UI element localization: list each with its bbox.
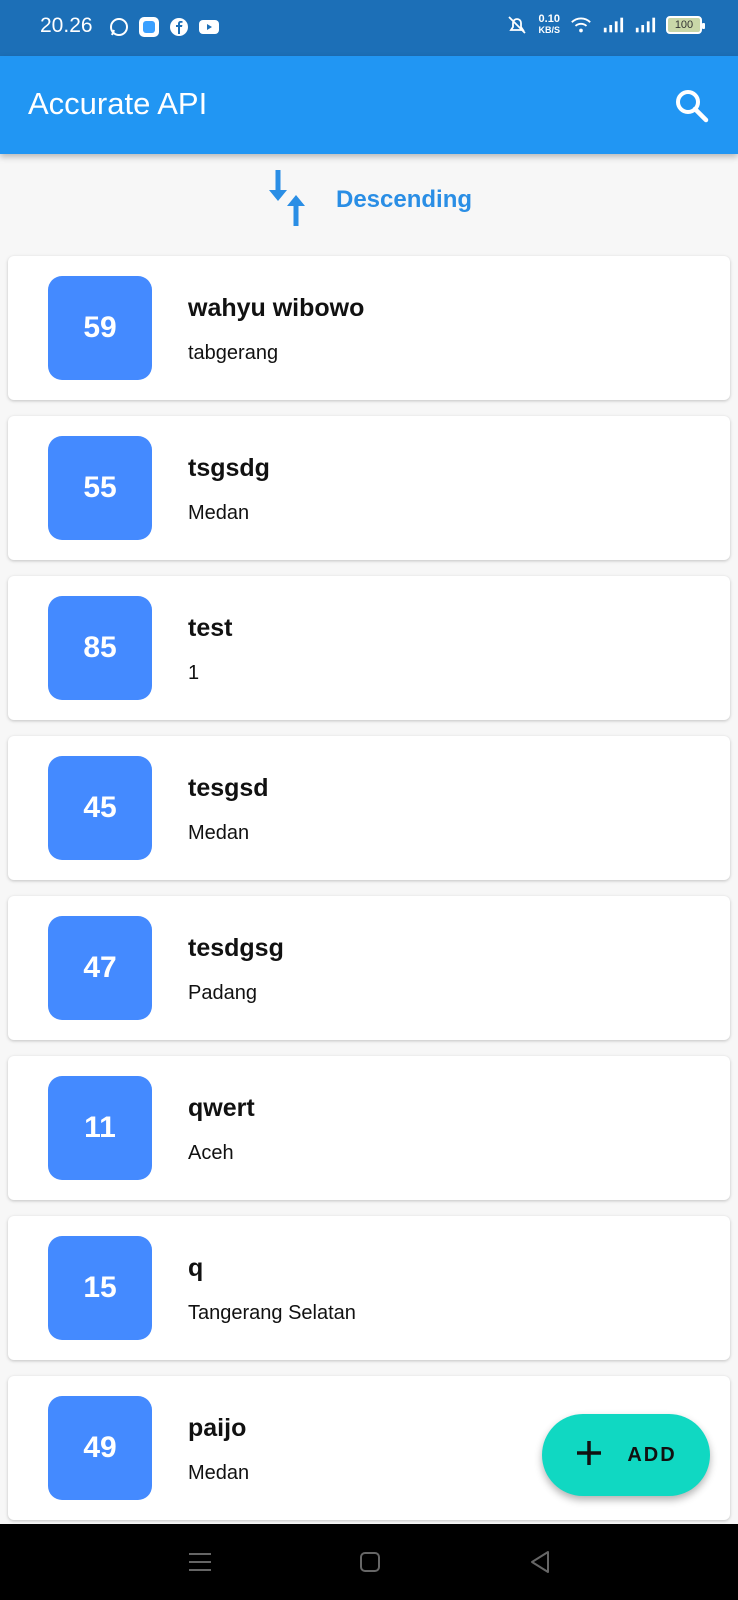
item-name: tesgsd [188, 774, 269, 802]
item-city: 1 [188, 662, 200, 684]
item-list: 59 wahyu wibowo tabgerang 55 tsgsdg Meda… [8, 256, 730, 1536]
item-number-badge: 49 [48, 1396, 152, 1500]
item-name: test [188, 614, 233, 642]
item-number-badge: 85 [48, 596, 152, 700]
item-city: tabgerang [188, 342, 279, 364]
signal-icon [602, 14, 624, 36]
list-item[interactable]: 55 tsgsdg Medan [8, 416, 730, 560]
net-speed-value: 0.10 [538, 13, 560, 25]
sort-toggle[interactable]: Descending [0, 166, 738, 234]
battery-icon: 100 [666, 16, 705, 34]
list-item[interactable]: 11 qwert Aceh [8, 1056, 730, 1200]
system-nav-bar [0, 1524, 738, 1600]
item-city: Aceh [188, 1142, 234, 1164]
status-time: 20.26 [40, 14, 93, 37]
whatsapp-icon [108, 16, 130, 38]
add-button[interactable]: ADD [542, 1414, 710, 1496]
item-number-badge: 55 [48, 436, 152, 540]
facebook-icon [168, 16, 190, 38]
add-button-label: ADD [627, 1443, 677, 1466]
system-status-icons: 0.10 KB/S 100 [506, 14, 705, 36]
item-name: q [188, 1254, 204, 1282]
app-bar: Accurate API [0, 56, 738, 154]
item-number-badge: 11 [48, 1076, 152, 1180]
net-speed-unit: KB/S [538, 25, 560, 35]
list-item[interactable]: 59 wahyu wibowo tabgerang [8, 256, 730, 400]
item-number-badge: 47 [48, 916, 152, 1020]
menu-icon[interactable] [186, 1548, 214, 1576]
list-item[interactable]: 15 q Tangerang Selatan [8, 1216, 730, 1360]
back-icon[interactable] [526, 1548, 554, 1576]
item-name: tsgsdg [188, 454, 270, 482]
notification-icons [108, 16, 220, 38]
item-city: Tangerang Selatan [188, 1302, 356, 1324]
item-name: tesdgsg [188, 934, 284, 962]
list-item[interactable]: 47 tesdgsg Padang [8, 896, 730, 1040]
network-speed: 0.10 KB/S [538, 14, 560, 36]
plus-icon [575, 1439, 603, 1472]
list-item[interactable]: 45 tesgsd Medan [8, 736, 730, 880]
item-city: Padang [188, 982, 257, 1004]
list-item[interactable]: 85 test 1 [8, 576, 730, 720]
app-title: Accurate API [28, 86, 208, 121]
home-icon[interactable] [356, 1548, 384, 1576]
app-icon [138, 16, 160, 38]
item-name: paijo [188, 1414, 247, 1442]
signal-icon-2 [634, 14, 656, 36]
item-number-badge: 45 [48, 756, 152, 860]
sort-label: Descending [335, 186, 473, 213]
status-bar: 20.26 0.10 KB/S 100 [0, 0, 738, 56]
wifi-icon [570, 14, 592, 36]
search-icon[interactable] [674, 88, 710, 124]
youtube-icon [198, 16, 220, 38]
item-city: Medan [188, 822, 250, 844]
sort-arrows-icon [266, 168, 308, 233]
item-city: Medan [188, 502, 250, 524]
item-number-badge: 59 [48, 276, 152, 380]
item-number-badge: 15 [48, 1236, 152, 1340]
mute-bell-icon [506, 14, 528, 36]
item-city: Medan [188, 1462, 250, 1484]
item-name: wahyu wibowo [188, 294, 365, 322]
item-name: qwert [188, 1094, 255, 1122]
